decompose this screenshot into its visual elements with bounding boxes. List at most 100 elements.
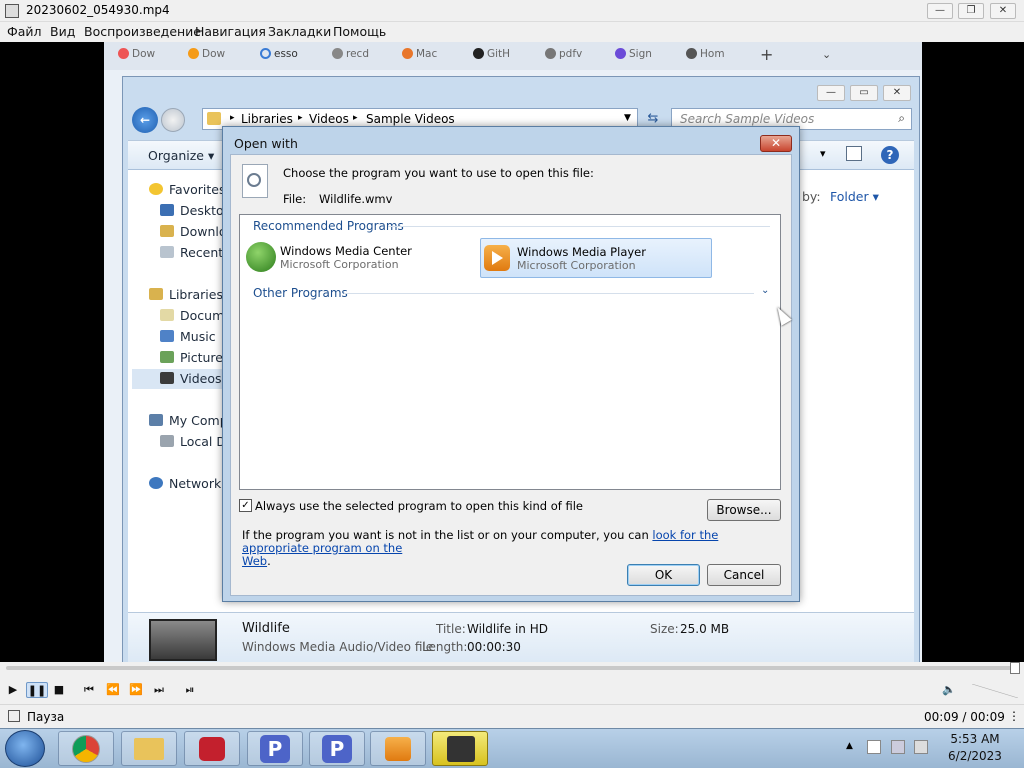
browser-tab-strip: Dow Dow esso recd Mac GitH pdfv Sign Hom… xyxy=(104,42,922,70)
ok-button[interactable]: OK xyxy=(627,564,700,586)
start-button-icon[interactable] xyxy=(5,730,45,767)
seek-handle[interactable] xyxy=(1010,662,1020,674)
dialog-title: Open with xyxy=(234,136,298,151)
minimize-button[interactable]: — xyxy=(927,3,953,19)
browser-tab[interactable]: Sign xyxy=(615,48,652,66)
cancel-button[interactable]: Cancel xyxy=(707,564,781,586)
program-item-media-player[interactable]: Windows Media Player Microsoft Corporati… xyxy=(480,238,712,278)
stop-icon[interactable]: ■ xyxy=(50,682,68,698)
dialog-close-button[interactable]: ✕ xyxy=(760,135,792,152)
help-icon[interactable]: ? xyxy=(881,146,899,164)
windows-media-player-icon xyxy=(484,245,510,271)
seek-bar[interactable] xyxy=(0,662,1024,676)
taskbar-app-p1[interactable]: P xyxy=(247,731,303,766)
web-link[interactable]: Web xyxy=(242,554,267,568)
status-menu-icon[interactable]: ⋮ xyxy=(1008,709,1020,723)
menu-bookmarks[interactable]: Закладки xyxy=(268,24,331,39)
nav-network[interactable]: Network xyxy=(149,476,221,491)
breadcrumb-libraries[interactable]: Libraries xyxy=(241,112,293,126)
preview-pane-icon[interactable] xyxy=(846,146,862,161)
action-center-icon[interactable] xyxy=(867,740,881,754)
menu-help[interactable]: Помощь xyxy=(333,24,386,39)
rewind-icon[interactable]: ⏪ xyxy=(104,682,122,698)
search-icon: ⌕ xyxy=(898,111,905,125)
breadcrumb-videos[interactable]: Videos xyxy=(309,112,349,126)
menu-view[interactable]: Вид xyxy=(50,24,75,39)
chevron-down-icon[interactable]: ⌄ xyxy=(822,48,831,66)
menu-navigation[interactable]: Навигация xyxy=(195,24,266,39)
nav-desktop[interactable]: Desktop xyxy=(160,203,232,218)
explorer-minimize-button[interactable]: — xyxy=(817,85,845,101)
explorer-close-button[interactable]: ✕ xyxy=(883,85,911,101)
nav-downloads[interactable]: Downlo xyxy=(160,224,227,239)
volume-slider[interactable] xyxy=(972,684,1018,698)
browser-tab[interactable]: Mac xyxy=(402,48,437,66)
address-dropdown-icon[interactable]: ▼ xyxy=(624,113,631,123)
pause-icon[interactable]: ❚❚ xyxy=(26,682,48,698)
file-label: File: xyxy=(283,192,307,206)
program-item-media-center[interactable]: Windows Media Center Microsoft Corporati… xyxy=(244,238,474,278)
explorer-maximize-button[interactable]: ▭ xyxy=(850,85,878,101)
details-size-label: Size: xyxy=(650,622,679,636)
menu-file[interactable]: Файл xyxy=(7,24,42,39)
browser-tab[interactable]: Hom xyxy=(686,48,725,66)
volume-muted-icon[interactable] xyxy=(914,740,928,754)
play-icon[interactable]: ▶ xyxy=(4,682,22,698)
nav-pictures[interactable]: Pictures xyxy=(160,350,230,365)
taskbar-app-p2[interactable]: P xyxy=(309,731,365,766)
downloads-folder-icon xyxy=(160,225,174,237)
breadcrumb-sample-videos[interactable]: Sample Videos xyxy=(366,112,455,126)
browser-tab[interactable]: pdfv xyxy=(545,48,582,66)
always-use-checkbox[interactable]: ✓ xyxy=(239,499,252,512)
tab-favicon-icon xyxy=(686,48,697,59)
organize-button[interactable]: Organize ▾ xyxy=(148,148,214,163)
nav-videos[interactable]: Videos xyxy=(132,369,224,389)
nav-libraries[interactable]: Libraries xyxy=(149,287,223,302)
browser-tab[interactable]: Dow xyxy=(188,48,225,66)
volume-icon[interactable]: 🔈 xyxy=(940,682,958,698)
music-note-icon xyxy=(160,330,174,342)
playback-time: 00:09 / 00:09 xyxy=(924,710,1005,724)
breadcrumb-separator-icon: ▸ xyxy=(353,113,358,123)
next-icon[interactable]: ⏭ xyxy=(150,682,168,698)
arrange-by-label: by: xyxy=(802,189,821,204)
media-player-icon xyxy=(385,737,411,761)
back-arrow-icon[interactable]: ← xyxy=(132,107,158,133)
clock-time: 5:53 AM xyxy=(950,732,1000,746)
tray-expand-icon[interactable]: ▲ xyxy=(846,741,853,751)
windows-media-center-icon xyxy=(246,242,276,272)
nav-music[interactable]: Music xyxy=(160,329,216,344)
arrange-by-dropdown[interactable]: Folder ▾ xyxy=(830,189,879,204)
expand-chevron-icon[interactable]: ⌄ xyxy=(761,285,769,296)
browser-tab[interactable]: Dow xyxy=(118,48,155,66)
folder-icon xyxy=(134,738,164,760)
frame-step-icon[interactable]: ⏯ xyxy=(181,682,199,698)
forward-arrow-icon[interactable] xyxy=(161,108,185,132)
other-programs-header[interactable]: Other Programs xyxy=(253,286,348,300)
new-tab-icon[interactable]: + xyxy=(760,45,773,64)
browser-tab[interactable]: recd xyxy=(332,48,369,66)
menu-playback[interactable]: Воспроизведение xyxy=(84,24,201,39)
clock[interactable]: 5:53 AM 6/2/2023 xyxy=(930,732,1020,763)
taskbar-chrome[interactable] xyxy=(58,731,114,766)
breadcrumb-separator-icon: ▸ xyxy=(298,113,303,123)
screen-recorder-icon xyxy=(199,737,225,761)
taskbar-explorer[interactable] xyxy=(121,731,177,766)
network-status-icon[interactable] xyxy=(891,740,905,754)
dialog-prompt: Choose the program you want to use to op… xyxy=(283,166,594,180)
browser-tab[interactable]: GitH xyxy=(473,48,510,66)
nav-favorites[interactable]: Favorites xyxy=(149,182,225,197)
nav-local-disk[interactable]: Local Di xyxy=(160,434,229,449)
nav-computer[interactable]: My Comp xyxy=(149,413,228,428)
view-options-icon[interactable]: ▾ xyxy=(820,147,826,160)
close-button[interactable]: ✕ xyxy=(990,3,1016,19)
desktop-icon xyxy=(160,204,174,216)
taskbar-media-player[interactable] xyxy=(370,731,426,766)
maximize-button[interactable]: ❐ xyxy=(958,3,984,19)
taskbar-recorder[interactable] xyxy=(184,731,240,766)
fast-forward-icon[interactable]: ⏩ xyxy=(127,682,145,698)
previous-icon[interactable]: ⏮ xyxy=(80,682,98,698)
browser-tab-active[interactable]: esso xyxy=(260,48,298,66)
taskbar-player-active[interactable] xyxy=(432,731,488,766)
browse-button[interactable]: Browse... xyxy=(707,499,781,521)
